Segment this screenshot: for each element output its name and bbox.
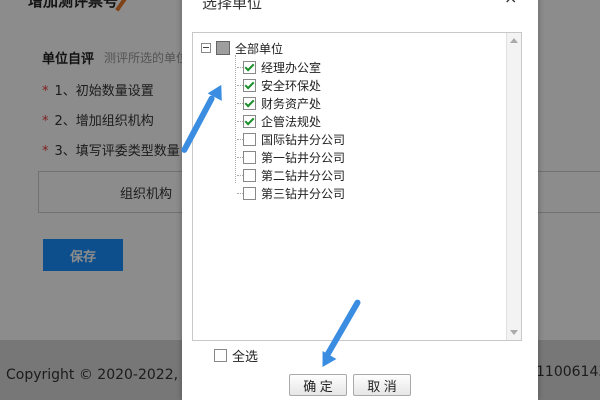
tree-item-label: 第一钻井分公司: [261, 150, 346, 165]
select-all[interactable]: 全选: [214, 346, 258, 365]
tree-item[interactable]: 第一钻井分公司: [237, 149, 345, 165]
checkbox[interactable]: [243, 150, 256, 164]
tree-item[interactable]: 企管法规处: [237, 113, 321, 129]
unit-tree-panel: 全部单位 经理办公室 安全环保处 财务资产处 企管法规处 国际钻井分公司 第一钻…: [192, 32, 522, 341]
tree-item[interactable]: 财务资产处: [237, 95, 321, 111]
tree-item[interactable]: 第三钻井分公司: [237, 185, 345, 201]
partial-checkbox[interactable]: [216, 41, 230, 55]
checkbox[interactable]: [243, 114, 256, 128]
select-all-checkbox[interactable]: [214, 349, 227, 362]
tree-item[interactable]: 国际钻井分公司: [237, 131, 345, 147]
close-icon[interactable]: ×: [504, 0, 517, 7]
tree-item[interactable]: 经理办公室: [237, 59, 321, 75]
scrollbar[interactable]: [506, 33, 521, 340]
scroll-up-icon[interactable]: [510, 38, 518, 43]
dialog-title: 选择单位: [202, 0, 263, 12]
collapse-icon[interactable]: [201, 43, 211, 53]
tree-root: 全部单位: [201, 39, 283, 57]
tree-connector: [235, 55, 236, 183]
scroll-down-icon[interactable]: [510, 330, 518, 335]
checkbox[interactable]: [243, 96, 256, 110]
tree-item[interactable]: 安全环保处: [237, 77, 321, 93]
confirm-button[interactable]: 确 定: [289, 374, 347, 396]
checkbox[interactable]: [243, 168, 256, 182]
checkbox[interactable]: [243, 60, 256, 74]
tree-item-label: 经理办公室: [261, 60, 322, 75]
checkbox[interactable]: [243, 132, 256, 146]
checkbox[interactable]: [243, 78, 256, 92]
tree-item-label: 安全环保处: [261, 78, 322, 93]
cancel-button[interactable]: 取 消: [353, 374, 411, 396]
tree-item-label: 国际钻井分公司: [261, 132, 346, 147]
tree-root-label: 全部单位: [235, 41, 284, 56]
select-all-label: 全选: [232, 350, 259, 365]
checkbox[interactable]: [243, 186, 256, 200]
tree-item-label: 第二钻井分公司: [261, 168, 346, 183]
tree-item-label: 财务资产处: [261, 96, 322, 111]
tree-item[interactable]: 第二钻井分公司: [237, 167, 345, 183]
select-unit-dialog: 选择单位 × 全部单位 经理办公室 安全环保处 财务资产处 企管法规处 国际钻井…: [182, 0, 538, 400]
tree-item-label: 企管法规处: [261, 114, 322, 129]
tree-item-label: 第三钻井分公司: [261, 186, 346, 201]
